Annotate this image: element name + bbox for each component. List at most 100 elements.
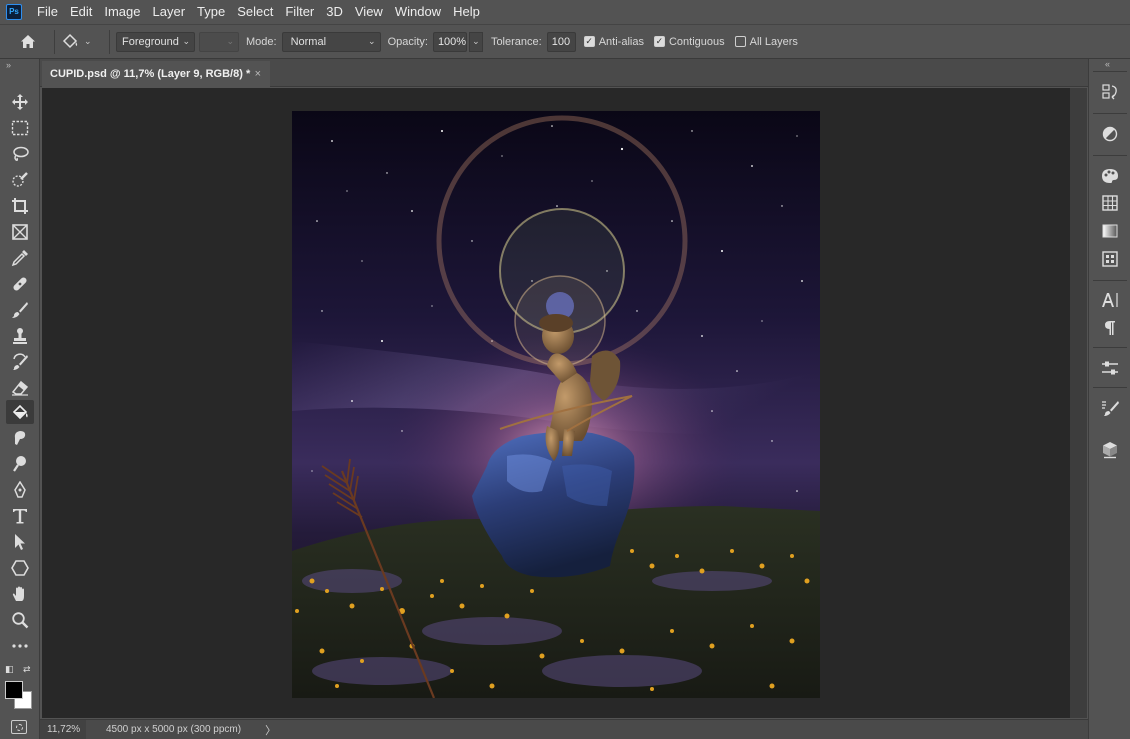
3d-panel-button[interactable] xyxy=(1099,439,1121,461)
contiguous-checkbox[interactable]: ✓ xyxy=(653,36,665,47)
chevron-down-icon: ⌄ xyxy=(182,35,190,46)
menu-select[interactable]: Select xyxy=(231,0,279,24)
all-layers-checkbox[interactable] xyxy=(734,36,746,47)
brush-settings-panel-button[interactable] xyxy=(1099,397,1121,419)
grid-panel-button[interactable] xyxy=(1099,192,1121,214)
quick-selection-tool[interactable] xyxy=(6,168,34,192)
zoom-tool[interactable] xyxy=(6,608,34,632)
menu-bar: Ps File Edit Image Layer Type Select Fil… xyxy=(0,0,1130,24)
collapse-toolbar-button[interactable]: » xyxy=(0,59,39,71)
layers-3d-icon xyxy=(1103,442,1117,459)
contiguous-label: Contiguous xyxy=(668,35,725,48)
history-panel-button[interactable] xyxy=(1099,81,1121,103)
opacity-slider-toggle[interactable]: ⌄ xyxy=(468,31,483,52)
menu-window[interactable]: Window xyxy=(389,0,447,24)
photoshop-logo[interactable]: Ps xyxy=(6,4,22,20)
properties-panel-button[interactable] xyxy=(1099,357,1121,379)
menu-edit[interactable]: Edit xyxy=(64,0,98,24)
mode-label: Mode: xyxy=(246,35,277,48)
path-selection-tool[interactable] xyxy=(6,530,34,554)
anti-alias-checkbox[interactable]: ✓ xyxy=(583,36,595,47)
quick-mask-button[interactable] xyxy=(11,720,27,734)
hand-tool[interactable] xyxy=(6,582,34,606)
gradients-panel-button[interactable] xyxy=(1099,220,1121,242)
tolerance-input[interactable]: 100 xyxy=(546,31,576,52)
collapse-panels-button[interactable]: « xyxy=(1105,59,1110,69)
history-brush-tool[interactable] xyxy=(6,350,34,374)
pattern-picker[interactable]: ⌄ xyxy=(199,31,239,52)
healing-brush-tool[interactable] xyxy=(6,272,34,296)
opacity-input[interactable]: 100% xyxy=(432,31,467,52)
chevron-down-icon: ⌄ xyxy=(472,36,480,46)
document-tab[interactable]: CUPID.psd @ 11,7% (Layer 9, RGB/8) * × xyxy=(42,61,270,87)
lasso-tool[interactable] xyxy=(6,142,34,166)
status-menu-arrow-icon[interactable]: 〉 xyxy=(265,722,276,738)
more-tools-button[interactable] xyxy=(6,634,34,658)
smudge-icon xyxy=(14,431,26,445)
tool-preset-picker[interactable]: ⌄ xyxy=(61,33,103,51)
shape-tool[interactable] xyxy=(6,556,34,580)
menu-3d[interactable]: 3D xyxy=(320,0,349,24)
mode-value: Normal xyxy=(290,35,327,48)
crop-icon xyxy=(12,198,28,214)
adjustments-panel-button[interactable] xyxy=(1099,123,1121,145)
brush-tool[interactable] xyxy=(6,298,34,322)
home-button[interactable] xyxy=(8,27,48,57)
all-layers-label: All Layers xyxy=(749,35,798,48)
magnifier-icon xyxy=(12,612,29,629)
eraser-tool[interactable] xyxy=(6,376,34,400)
foreground-color-swatch[interactable] xyxy=(5,681,23,699)
smudge-tool[interactable] xyxy=(6,426,34,450)
character-panel-button[interactable] xyxy=(1099,289,1121,311)
hand-icon xyxy=(12,586,24,601)
tools-panel: » ◧ ⇄ xyxy=(0,59,40,739)
tolerance-label: Tolerance: xyxy=(490,35,542,48)
chevron-down-icon: ⌄ xyxy=(84,36,92,46)
close-tab-icon[interactable]: × xyxy=(255,68,261,80)
status-bar: 11,72% 4500 px x 5000 px (300 ppcm) 〉 xyxy=(40,719,1088,739)
separator xyxy=(1093,71,1127,72)
clone-stamp-tool[interactable] xyxy=(6,324,34,348)
menu-view[interactable]: View xyxy=(349,0,389,24)
zoom-level-field[interactable]: 11,72% xyxy=(40,719,86,739)
patterns-panel-button[interactable] xyxy=(1099,248,1121,270)
menu-type[interactable]: Type xyxy=(191,0,231,24)
anti-alias-option[interactable]: ✓ Anti-alias xyxy=(583,36,644,48)
bandage-icon xyxy=(13,277,27,291)
swatches-panel-button[interactable] xyxy=(1099,165,1121,187)
options-bar: ⌄ Foreground ⌄ ⌄ Mode: Normal ⌄ Opacity:… xyxy=(0,24,1130,59)
pen-tool[interactable] xyxy=(6,478,34,502)
ellipsis-icon xyxy=(12,644,28,648)
frame-icon xyxy=(12,224,28,240)
chevron-down-icon: ⌄ xyxy=(226,35,234,46)
move-tool[interactable] xyxy=(6,90,34,114)
menu-image[interactable]: Image xyxy=(98,0,146,24)
menu-filter[interactable]: Filter xyxy=(279,0,320,24)
properties-icon xyxy=(1102,361,1118,375)
move-icon xyxy=(12,94,28,110)
eyedropper-tool[interactable] xyxy=(6,246,34,270)
swap-colors-icon[interactable]: ⇄ xyxy=(23,664,31,675)
rectangular-marquee-tool[interactable] xyxy=(6,116,34,140)
cupid-artwork xyxy=(292,111,820,698)
frame-tool[interactable] xyxy=(6,220,34,244)
contiguous-option[interactable]: ✓ Contiguous xyxy=(653,35,725,48)
default-colors-icon[interactable]: ◧ xyxy=(5,664,14,675)
document-canvas[interactable] xyxy=(292,111,820,698)
vertical-scrollbar[interactable] xyxy=(1070,88,1087,718)
home-icon xyxy=(21,35,35,48)
all-layers-option[interactable]: All Layers xyxy=(734,35,798,48)
paint-bucket-tool[interactable] xyxy=(6,400,34,424)
menu-layer[interactable]: Layer xyxy=(147,0,192,24)
menu-help[interactable]: Help xyxy=(447,0,486,24)
paragraph-panel-button[interactable] xyxy=(1099,317,1121,339)
menu-file[interactable]: File xyxy=(31,0,64,24)
dodge-tool[interactable] xyxy=(6,452,34,476)
fill-source-dropdown[interactable]: Foreground ⌄ xyxy=(116,31,195,52)
gradient-icon xyxy=(1102,224,1118,238)
mode-dropdown[interactable]: Normal ⌄ xyxy=(281,31,381,52)
crop-tool[interactable] xyxy=(6,194,34,218)
type-tool[interactable] xyxy=(6,504,34,528)
separator xyxy=(1093,155,1127,156)
quick-mask-icon xyxy=(15,723,23,731)
